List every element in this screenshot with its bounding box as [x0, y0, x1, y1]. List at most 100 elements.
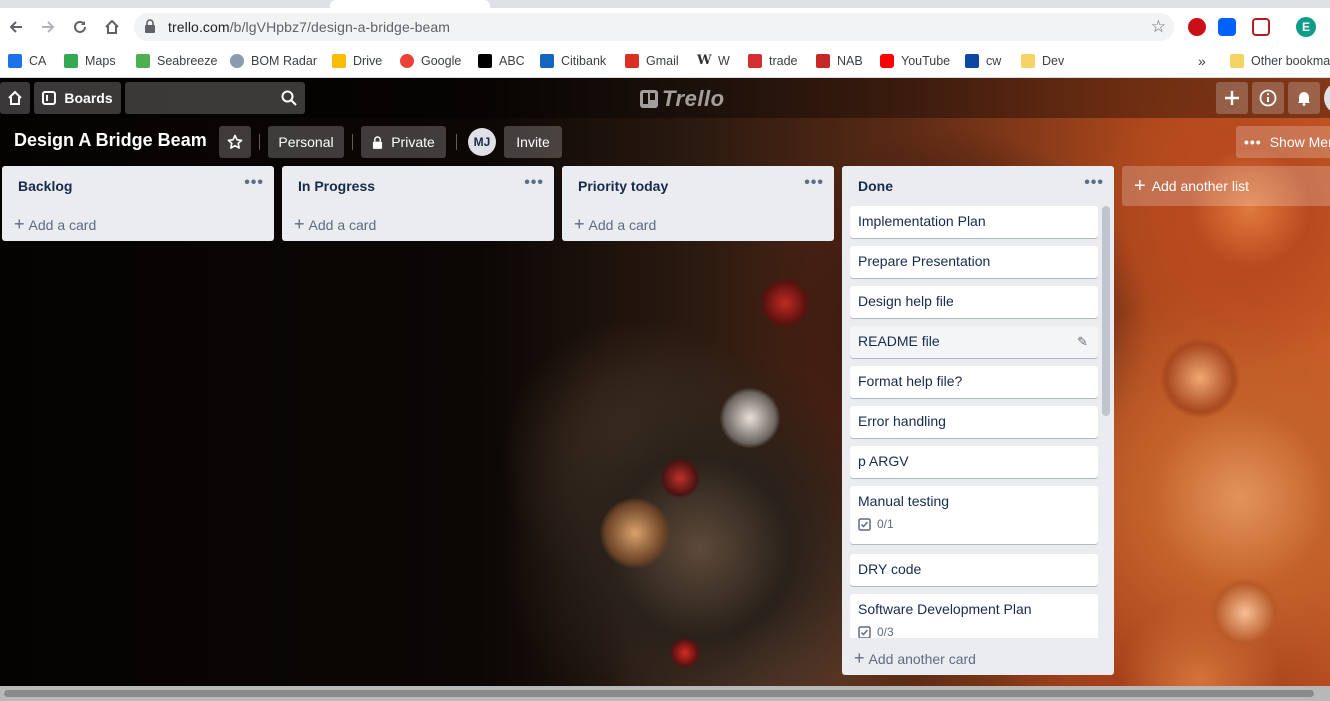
opera-extension-icon[interactable] [1188, 18, 1206, 36]
add-card-label: Add a card [588, 216, 657, 233]
background-decoration [720, 388, 780, 448]
active-tab[interactable] [330, 0, 490, 8]
list-title[interactable]: Done [858, 178, 893, 194]
card[interactable]: Manual testing 0/1 [850, 486, 1098, 544]
boards-button[interactable]: Boards [34, 82, 121, 114]
bookmark-gmail[interactable]: Gmail [625, 52, 679, 70]
bookmark-ca[interactable]: CA [8, 52, 46, 70]
gmail-icon [625, 54, 639, 68]
card[interactable]: Software Development Plan 0/3 [850, 594, 1098, 638]
card[interactable]: Prepare Presentation [850, 246, 1098, 278]
home-board-button[interactable] [0, 82, 30, 114]
board-title[interactable]: Design A Bridge Beam [14, 130, 207, 151]
create-button[interactable] [1216, 82, 1248, 114]
bookmark-abc[interactable]: ABC [478, 52, 525, 70]
search-input[interactable] [125, 82, 305, 114]
profile-avatar[interactable]: E [1296, 17, 1316, 37]
background-decoration [660, 458, 700, 498]
bookmark-label: cw [986, 54, 1002, 68]
member-avatar[interactable]: MJ [468, 128, 496, 156]
back-button[interactable] [3, 14, 29, 40]
bookmark-youtube[interactable]: YouTube [880, 52, 950, 70]
bookmark-seabreeze[interactable]: Seabreeze [136, 52, 217, 70]
plus-icon: + [294, 214, 305, 234]
list-title[interactable]: In Progress [298, 178, 375, 194]
list-priority-today: Priority today ••• + Add a card [562, 166, 834, 241]
home-button[interactable] [99, 14, 125, 40]
cw-icon [965, 54, 979, 68]
card-title: Design help file [858, 293, 954, 309]
trello-logo[interactable]: Trello [640, 86, 725, 112]
list-scrollbar[interactable] [1102, 206, 1110, 416]
card-title: Prepare Presentation [858, 253, 991, 269]
scrollbar-thumb[interactable] [4, 690, 1314, 697]
divider [259, 134, 260, 150]
add-another-card-button[interactable]: + Add another card [854, 648, 976, 669]
plus-icon [1225, 91, 1239, 105]
bookmark-citibank[interactable]: Citibank [540, 52, 606, 70]
info-button[interactable] [1252, 82, 1284, 114]
add-another-list-button[interactable]: + Add another list [1122, 166, 1330, 206]
other-bookmarks-folder[interactable]: Other bookmarks [1230, 52, 1330, 70]
card[interactable]: Format help file? [850, 366, 1098, 398]
edit-pencil-icon[interactable]: ✎ [1077, 334, 1088, 350]
list-menu-button[interactable]: ••• [804, 174, 824, 192]
bookmark-bom-radar[interactable]: BOM Radar [230, 52, 317, 70]
add-list-label: Add another list [1151, 178, 1249, 194]
wikipedia-icon: W [697, 53, 712, 68]
bookmarks-bar: CA Maps Seabreeze BOM Radar Drive Google… [0, 46, 1330, 78]
bookmark-nab[interactable]: NAB [816, 52, 863, 70]
bookmark-trade[interactable]: trade [748, 52, 798, 70]
list-menu-button[interactable]: ••• [244, 174, 264, 192]
bookmark-drive[interactable]: Drive [332, 52, 382, 70]
list-menu-button[interactable]: ••• [1084, 174, 1104, 192]
list-in-progress: In Progress ••• + Add a card [282, 166, 554, 241]
more-bookmarks-button[interactable]: » [1198, 52, 1206, 70]
card[interactable]: DRY code [850, 554, 1098, 586]
pocket-extension-icon[interactable] [1252, 18, 1270, 36]
address-bar[interactable]: trello.com/b/lgVHpbz7/design-a-bridge-be… [134, 13, 1174, 41]
board-horizontal-scrollbar[interactable] [0, 686, 1330, 701]
add-card-button[interactable]: + Add a card [14, 214, 96, 235]
more-dots-icon: ••• [1244, 134, 1262, 150]
bookmark-label: NAB [837, 54, 863, 68]
privacy-button[interactable]: Private [361, 126, 446, 158]
forward-button[interactable] [35, 14, 61, 40]
bookmark-google[interactable]: Google [400, 52, 461, 70]
star-board-button[interactable] [219, 126, 251, 158]
list-title[interactable]: Priority today [578, 178, 668, 194]
invite-button[interactable]: Invite [504, 126, 562, 158]
card-title: DRY code [858, 561, 922, 577]
dropbox-extension-icon[interactable] [1218, 18, 1236, 36]
bookmark-maps[interactable]: Maps [64, 52, 116, 70]
youtube-icon [880, 54, 894, 68]
reload-icon [74, 20, 86, 33]
seabreeze-icon [136, 54, 150, 68]
card-list: Implementation Plan Prepare Presentation… [842, 204, 1114, 638]
show-menu-button[interactable]: ••• Show Menu [1236, 126, 1330, 158]
bookmark-wikipedia[interactable]: WW [697, 52, 730, 70]
card[interactable]: Implementation Plan [850, 206, 1098, 238]
card[interactable]: p ARGV [850, 446, 1098, 478]
bookmark-cw[interactable]: cw [965, 52, 1001, 70]
add-card-button[interactable]: + Add a card [294, 214, 376, 235]
reload-button[interactable] [67, 14, 93, 40]
card[interactable]: Design help file [850, 286, 1098, 318]
list-menu-button[interactable]: ••• [524, 174, 544, 192]
notifications-button[interactable] [1288, 82, 1320, 114]
bookmark-star-icon[interactable]: ☆ [1151, 17, 1166, 37]
bookmark-label: ABC [499, 54, 525, 68]
citibank-icon [540, 54, 554, 68]
add-card-button[interactable]: + Add a card [574, 214, 656, 235]
member-avatar-button[interactable] [1324, 82, 1330, 114]
bookmark-label: Gmail [646, 54, 679, 68]
board-header: Design A Bridge Beam Personal Private MJ… [0, 126, 1330, 158]
card[interactable]: Error handling [850, 406, 1098, 438]
plus-icon: + [14, 214, 25, 234]
bookmark-dev-folder[interactable]: Dev [1021, 52, 1064, 70]
card[interactable]: README file ✎ [850, 326, 1098, 358]
bom-radar-icon [230, 54, 244, 68]
team-visibility-button[interactable]: Personal [268, 126, 344, 158]
list-title[interactable]: Backlog [18, 178, 72, 194]
checkbox-icon [858, 517, 871, 531]
